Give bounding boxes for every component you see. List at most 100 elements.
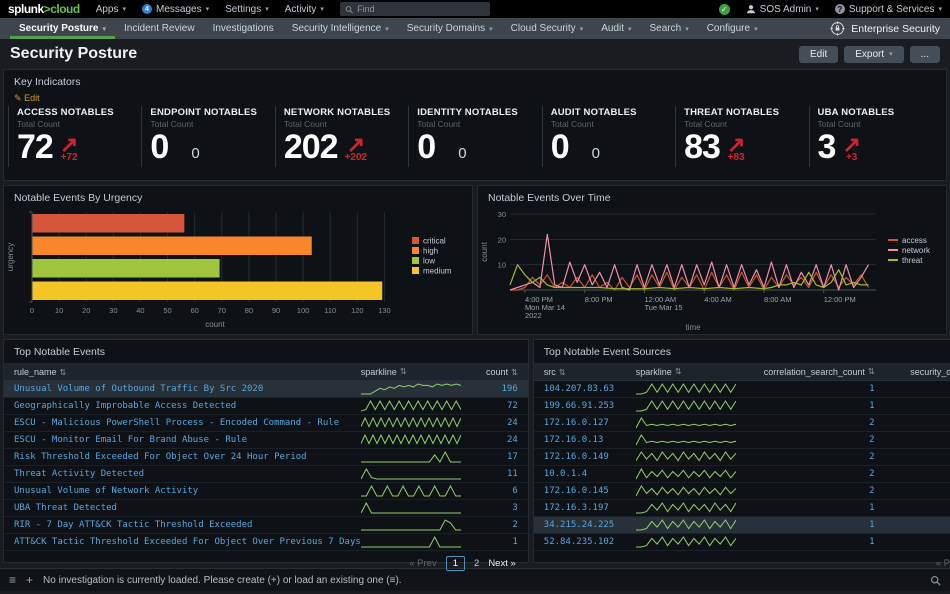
nav-search[interactable]: Search ▾ [641, 18, 698, 39]
person-icon [746, 4, 756, 14]
nav-security-domains[interactable]: Security Domains ▾ [398, 18, 502, 39]
table-row[interactable]: 34.215.24.2251118 [534, 517, 950, 534]
kpi-delta-value: 0 [592, 145, 600, 163]
create-investigation-icon[interactable]: + [26, 573, 33, 587]
column-header-src[interactable]: src⇅ [534, 367, 636, 377]
cell-rule_name[interactable]: ATT&CK Tactic Threshold Exceeded For Obj… [4, 537, 361, 547]
table-row[interactable]: ESCU - Malicious PowerShell Process - En… [4, 415, 528, 432]
table-row[interactable]: RIR - 7 Day ATT&CK Tactic Threshold Exce… [4, 517, 528, 534]
nav-investigations[interactable]: Investigations [204, 18, 283, 39]
menu-settings[interactable]: Settings ▾ [225, 4, 269, 15]
table-row[interactable]: ESCU - Monitor Email For Brand Abuse - R… [4, 432, 528, 449]
investigation-list-icon[interactable]: ≡ [9, 573, 16, 587]
edit-button-label: Edit [810, 49, 827, 60]
cell-rule_name[interactable]: Unusual Volume of Outbound Traffic By Sr… [4, 384, 361, 394]
find-input[interactable] [357, 4, 485, 14]
nav-audit[interactable]: Audit ▾ [592, 18, 640, 39]
nav-cloud-security[interactable]: Cloud Security ▾ [502, 18, 593, 39]
kpi-title: NETWORK NOTABLES [284, 107, 400, 118]
more-button[interactable]: ... [910, 46, 940, 63]
table-row[interactable]: ATT&CK Tactic Threshold Exceeded For Obj… [4, 534, 528, 551]
kpi-audit-notables[interactable]: AUDIT NOTABLESTotal Count00 [542, 106, 675, 167]
sort-icon: ⇅ [511, 368, 518, 377]
support-menu[interactable]: ? Support & Services ▾ [835, 4, 942, 15]
kpi-endpoint-notables[interactable]: ENDPOINT NOTABLESTotal Count00 [141, 106, 274, 167]
table-row[interactable]: 172.16.0.132220 [534, 432, 950, 449]
sparkline-chart [361, 519, 461, 531]
nav-incident-review[interactable]: Incident Review [115, 18, 204, 39]
column-header-sparkline[interactable]: sparkline⇅ [361, 367, 476, 377]
cell-src[interactable]: 34.215.24.225 [534, 520, 636, 530]
table-row[interactable]: 172.16.0.1452219 [534, 483, 950, 500]
nav-configure[interactable]: Configure ▾ [698, 18, 767, 39]
prev-page-button[interactable]: « Prev [936, 558, 950, 569]
menu-messages[interactable]: 4 Messages ▾ [142, 4, 209, 15]
kpi-access-notables[interactable]: ACCESS NOTABLESTotal Count72↗+72 [8, 106, 141, 167]
table-row[interactable]: 199.66.91.2531124 [534, 398, 950, 415]
cell-rule_name[interactable]: Risk Threshold Exceeded For Object Over … [4, 452, 361, 462]
events-over-time-line-chart[interactable]: 1020304:00 PMMon Mar 1420228:00 PM12:00 … [478, 206, 946, 332]
column-header-security_domain_count[interactable]: security_domain_count⇅ [879, 367, 950, 377]
column-header-correlation_search_count[interactable]: correlation_search_count⇅ [764, 367, 879, 377]
cell-rule_name[interactable]: ESCU - Monitor Email For Brand Abuse - R… [4, 435, 361, 445]
table-row[interactable]: Threat Activity Detected11 [4, 466, 528, 483]
chevron-down-icon: ▾ [685, 25, 689, 33]
table-row[interactable]: Unusual Volume of Outbound Traffic By Sr… [4, 381, 528, 398]
kpi-uba-notables[interactable]: UBA NOTABLESTotal Count3↗+3 [809, 106, 942, 167]
table-row[interactable]: 172.16.3.1971118 [534, 500, 950, 517]
cell-src[interactable]: 52.84.235.102 [534, 537, 636, 547]
svg-text:8:00 AM: 8:00 AM [764, 295, 792, 304]
next-page-button[interactable]: Next » [488, 558, 515, 569]
urgency-bar-chart[interactable]: 0102030405060708090100110120130counturge… [4, 206, 472, 330]
splunk-cloud-logo[interactable]: splunk>cloud [8, 2, 80, 16]
page-button-2[interactable]: 2 [474, 558, 479, 569]
investigation-message: No investigation is currently loaded. Pl… [43, 575, 402, 586]
kpi-threat-notables[interactable]: THREAT NOTABLESTotal Count83↗+83 [675, 106, 808, 167]
table-row[interactable]: 10.0.1.42219 [534, 466, 950, 483]
cell-sparkline [636, 451, 764, 463]
page-button-1[interactable]: 1 [446, 556, 465, 571]
nav-security-posture[interactable]: Security Posture ▾ [10, 18, 115, 39]
table-row[interactable]: 52.84.235.1021118 [534, 534, 950, 551]
nav-security-intelligence[interactable]: Security Intelligence ▾ [283, 18, 398, 39]
cell-src[interactable]: 172.16.3.197 [534, 503, 636, 513]
cell-src[interactable]: 199.66.91.253 [534, 401, 636, 411]
cell-src[interactable]: 172.16.0.145 [534, 486, 636, 496]
find-search[interactable] [340, 2, 490, 16]
table-row[interactable]: 104.207.83.631124 [534, 381, 950, 398]
cell-rule_name[interactable]: ESCU - Malicious PowerShell Process - En… [4, 418, 361, 428]
cell-rule_name[interactable]: UBA Threat Detected [4, 503, 361, 513]
menu-apps[interactable]: Apps ▾ [96, 4, 126, 15]
user-menu[interactable]: SOS Admin ▾ [746, 4, 819, 15]
cell-rule_name[interactable]: Geographically Improbable Access Detecte… [4, 401, 361, 411]
table-row[interactable]: UBA Threat Detected3 [4, 500, 528, 517]
cell-rule_name[interactable]: Unusual Volume of Network Activity [4, 486, 361, 496]
cell-src[interactable]: 172.16.0.13 [534, 435, 636, 445]
table-row[interactable]: 172.16.0.1492220 [534, 449, 950, 466]
footer-search-icon[interactable] [930, 575, 941, 586]
nav-label: Audit [601, 23, 624, 34]
column-header-count[interactable]: count⇅ [476, 367, 528, 377]
cell-rule_name[interactable]: Threat Activity Detected [4, 469, 361, 479]
column-header-rule_name[interactable]: rule_name⇅ [4, 367, 361, 377]
sparkline-chart [636, 451, 736, 463]
table-row[interactable]: 172.16.0.1272220 [534, 415, 950, 432]
table-row[interactable]: Unusual Volume of Network Activity6 [4, 483, 528, 500]
export-button[interactable]: Export ▾ [844, 46, 903, 63]
table-row[interactable]: Risk Threshold Exceeded For Object Over … [4, 449, 528, 466]
edit-dashboard-button[interactable]: Edit [799, 46, 838, 63]
cell-src[interactable]: 10.0.1.4 [534, 469, 636, 479]
kpi-identity-notables[interactable]: IDENTITY NOTABLESTotal Count00 [408, 106, 541, 167]
cell-src[interactable]: 172.16.0.127 [534, 418, 636, 428]
cell-rule_name[interactable]: RIR - 7 Day ATT&CK Tactic Threshold Exce… [4, 520, 361, 530]
table-row[interactable]: Geographically Improbable Access Detecte… [4, 398, 528, 415]
cell-src[interactable]: 172.16.0.149 [534, 452, 636, 462]
column-header-sparkline[interactable]: sparkline⇅ [636, 367, 764, 377]
sparkline-chart [361, 468, 461, 480]
menu-activity[interactable]: Activity ▾ [285, 4, 324, 15]
cell-src[interactable]: 104.207.83.63 [534, 384, 636, 394]
key-indicators-edit-link[interactable]: ✎ Edit [4, 90, 946, 106]
kpi-network-notables[interactable]: NETWORK NOTABLESTotal Count202↗+202 [275, 106, 408, 167]
health-status-icon[interactable]: ✓ [719, 4, 730, 15]
prev-page-button[interactable]: « Prev [409, 558, 436, 569]
